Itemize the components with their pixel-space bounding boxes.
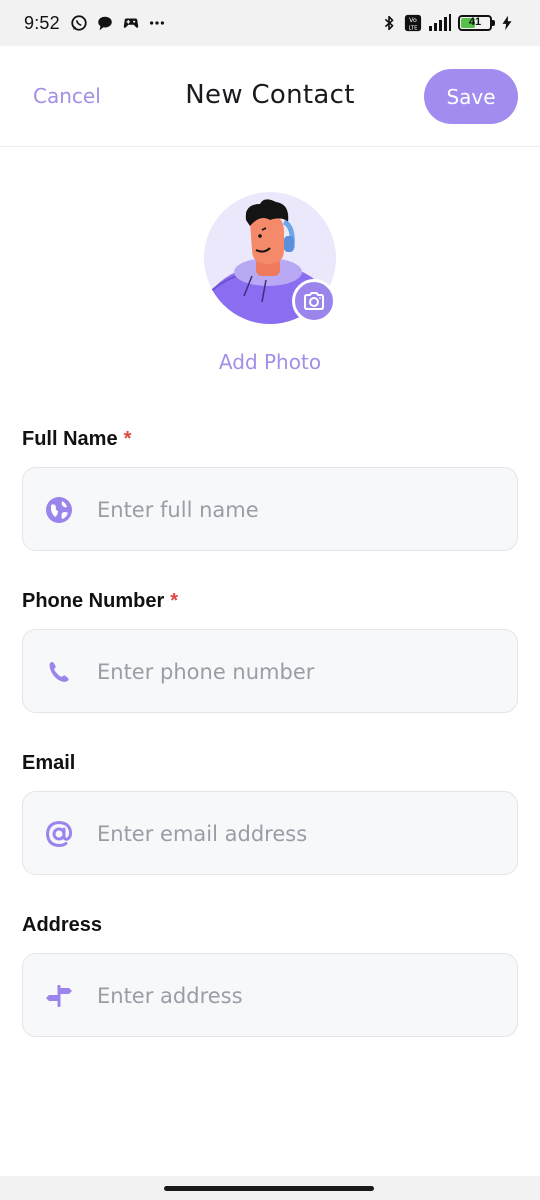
email-label-text: Email xyxy=(22,752,76,774)
chat-bubble-icon xyxy=(98,16,112,31)
address-label: Address xyxy=(22,914,102,937)
battery-level: 41 xyxy=(468,16,482,28)
full-name-input[interactable] xyxy=(95,468,499,551)
add-photo-link[interactable]: Add Photo xyxy=(0,350,540,374)
full-name-label-text: Full Name xyxy=(22,428,118,450)
home-indicator[interactable] xyxy=(164,1186,374,1191)
phone-number-label: Phone Number * xyxy=(22,590,178,613)
signpost-icon xyxy=(45,982,73,1010)
navigation-bar xyxy=(0,1176,540,1200)
svg-text:Vo: Vo xyxy=(409,17,417,24)
top-app-bar: Cancel New Contact Save xyxy=(0,46,540,147)
volte-icon: Vo LTE xyxy=(404,14,422,31)
required-mark: * xyxy=(170,590,179,612)
svg-text:LTE: LTE xyxy=(409,25,419,31)
change-photo-button[interactable] xyxy=(292,279,336,323)
status-bar: 9:52 Vo LTE 41 xyxy=(0,0,540,46)
required-mark: * xyxy=(123,428,132,450)
globe-icon xyxy=(45,496,73,524)
full-name-label: Full Name * xyxy=(22,428,131,451)
notification-icons xyxy=(70,14,166,32)
status-left: 9:52 xyxy=(24,13,166,34)
email-field[interactable] xyxy=(22,791,518,875)
email-label: Email xyxy=(22,752,75,775)
phone-number-input[interactable] xyxy=(95,630,499,713)
status-right: Vo LTE 41 xyxy=(380,14,516,32)
at-icon xyxy=(45,820,73,848)
phone-number-field[interactable] xyxy=(22,629,518,713)
game-controller-icon xyxy=(123,18,139,28)
address-input[interactable] xyxy=(95,954,499,1037)
charging-icon xyxy=(502,15,512,31)
phone-number-label-text: Phone Number xyxy=(22,590,165,612)
whatsapp-icon xyxy=(71,15,87,31)
email-input[interactable] xyxy=(95,792,499,875)
full-name-field[interactable] xyxy=(22,467,518,551)
phone-icon xyxy=(45,658,73,686)
avatar-picker[interactable] xyxy=(204,192,336,324)
bluetooth-icon xyxy=(384,15,394,31)
save-button[interactable]: Save xyxy=(424,69,518,124)
status-time: 9:52 xyxy=(24,12,60,33)
camera-icon xyxy=(304,292,324,310)
address-label-text: Address xyxy=(22,914,103,936)
address-field[interactable] xyxy=(22,953,518,1037)
more-dots-icon xyxy=(149,21,164,25)
battery-icon: 41 xyxy=(458,15,495,31)
signal-icon xyxy=(429,14,451,31)
